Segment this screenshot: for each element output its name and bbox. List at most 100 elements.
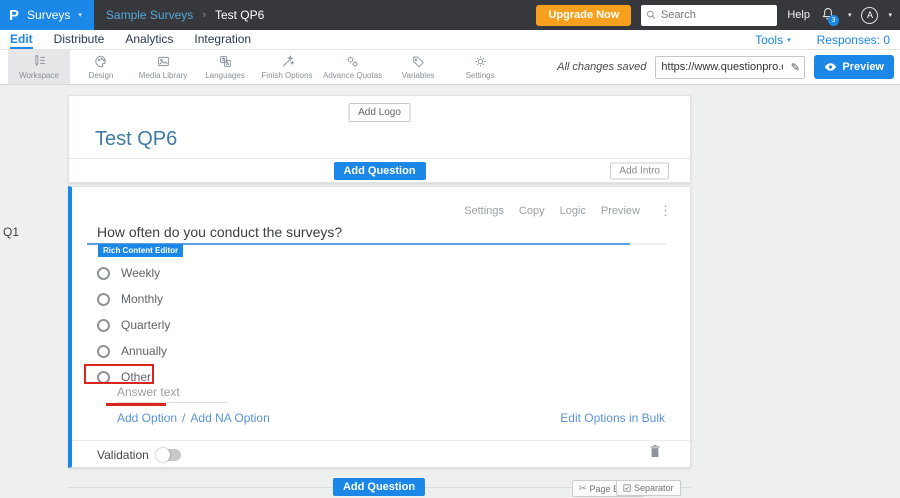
nav-right: Tools ▾ Responses: 0 <box>755 30 890 49</box>
toolbar-item-settings[interactable]: Settings <box>449 50 511 84</box>
tab-analytics[interactable]: Analytics <box>125 30 173 49</box>
search-input[interactable] <box>660 9 773 21</box>
edit-options-in-bulk-link[interactable]: Edit Options in Bulk <box>560 411 665 425</box>
workspace-icon <box>34 55 45 67</box>
option-links: Add Option / Add NA Option <box>117 411 270 425</box>
survey-canvas: Q1 Add Logo Test QP6 Add Question Add In… <box>0 85 900 498</box>
translate-icon <box>219 56 231 67</box>
header-card-footer: Add Question Add Intro <box>69 158 690 182</box>
wand-icon <box>282 54 294 67</box>
question-settings-link[interactable]: Settings <box>464 205 504 217</box>
question-actions: Settings Copy Logic Preview ⋮ <box>464 203 672 219</box>
edit-url-pencil-icon[interactable]: ✎ <box>786 61 804 74</box>
radio-icon[interactable] <box>97 370 110 384</box>
chevron-down-icon: ▾ <box>787 36 791 44</box>
quotas-icon <box>346 55 359 68</box>
other-answer-field <box>115 383 228 403</box>
option-row-monthly[interactable]: Monthly <box>97 286 170 312</box>
toolbar-item-advance-quotas[interactable]: Advance Quotas <box>318 50 387 84</box>
save-status: All changes saved <box>557 61 647 73</box>
add-question-button-top[interactable]: Add Question <box>333 161 426 180</box>
validation-toggle[interactable] <box>155 448 181 462</box>
avatar-initial: A <box>866 10 873 20</box>
help-link[interactable]: Help <box>787 9 810 21</box>
survey-title[interactable]: Test QP6 <box>95 128 177 151</box>
question-preview-link[interactable]: Preview <box>601 205 640 217</box>
separator-button[interactable]: Separator <box>616 480 681 496</box>
trash-icon <box>650 444 660 458</box>
tools-menu[interactable]: Tools ▾ <box>755 33 791 47</box>
toolbar-item-design[interactable]: Design <box>70 50 132 84</box>
rich-content-editor-badge[interactable]: Rich Content Editor <box>98 244 184 257</box>
surveys-menu[interactable]: P Surveys ▾ <box>0 0 94 30</box>
nav-bar: Edit Distribute Analytics Integration To… <box>0 30 900 50</box>
add-option-link[interactable]: Add Option <box>117 411 177 425</box>
option-row-annually[interactable]: Annually <box>97 338 170 364</box>
nav-tabs: Edit Distribute Analytics Integration <box>10 30 251 49</box>
tab-integration[interactable]: Integration <box>194 30 251 49</box>
toolbar-item-variables[interactable]: Variables <box>387 50 449 84</box>
add-question-button-bottom[interactable]: Add Question <box>332 478 426 496</box>
responses-link[interactable]: Responses: 0 <box>817 33 890 47</box>
chevron-down-icon[interactable]: ▾ <box>848 11 852 19</box>
option-row-weekly[interactable]: Weekly <box>97 260 170 286</box>
delete-question-button[interactable] <box>649 444 661 463</box>
toolbar-item-finish-options[interactable]: Finish Options <box>256 50 318 84</box>
radio-icon[interactable] <box>97 292 110 306</box>
notification-count-badge: 3 <box>827 15 839 26</box>
toolbar-item-languages[interactable]: Languages <box>194 50 256 84</box>
questionpro-logo: P <box>9 6 20 24</box>
avatar[interactable]: A <box>861 6 879 24</box>
gear-icon <box>475 56 486 67</box>
surveys-menu-label: Surveys <box>27 8 71 22</box>
image-icon <box>157 56 169 67</box>
radio-icon[interactable] <box>97 318 110 332</box>
topbar-right: Upgrade Now Help 3 ▾ A ▾ <box>536 4 900 26</box>
radio-icon[interactable] <box>97 344 110 358</box>
tab-edit[interactable]: Edit <box>10 30 33 49</box>
separator-icon <box>623 484 631 492</box>
tab-distribute[interactable]: Distribute <box>54 30 105 49</box>
palette-icon <box>94 55 106 68</box>
search-box[interactable] <box>641 4 778 26</box>
eye-icon <box>825 63 837 71</box>
top-bar: P Surveys ▾ Sample Surveys › Test QP6 Up… <box>0 0 900 30</box>
chevron-down-icon: ▾ <box>78 12 82 19</box>
preview-button[interactable]: Preview <box>814 55 894 79</box>
survey-url-input[interactable] <box>656 61 787 73</box>
add-logo-button[interactable]: Add Logo <box>348 103 411 122</box>
validation-row: Validation <box>97 448 181 462</box>
survey-url-box: ✎ <box>655 55 806 79</box>
add-na-option-link[interactable]: Add NA Option <box>190 411 269 425</box>
toggle-knob <box>155 448 170 462</box>
add-intro-button[interactable]: Add Intro <box>610 162 669 179</box>
chevron-down-icon[interactable]: ▾ <box>888 11 892 19</box>
breadcrumb-current: Test QP6 <box>214 8 265 22</box>
question-card: Settings Copy Logic Preview ⋮ How often … <box>68 186 691 468</box>
search-icon <box>647 10 656 20</box>
annotation-underline <box>106 403 166 406</box>
answer-options-list: Weekly Monthly Quarterly Annually Other <box>97 260 170 390</box>
survey-editor-page: P Surveys ▾ Sample Surveys › Test QP6 Up… <box>0 0 900 498</box>
breadcrumb-parent[interactable]: Sample Surveys <box>106 8 193 22</box>
radio-icon[interactable] <box>97 266 110 280</box>
tag-icon <box>412 56 424 68</box>
toolbar-item-media-library[interactable]: Media Library <box>132 50 194 84</box>
link-separator: / <box>182 411 186 425</box>
toolbar-right: All changes saved ✎ Preview <box>557 50 900 84</box>
survey-header-card: Add Logo Test QP6 Add Question Add Intro <box>68 95 691 183</box>
toolbar-item-workspace[interactable]: Workspace <box>8 50 70 84</box>
validation-label: Validation <box>97 448 149 462</box>
option-row-quarterly[interactable]: Quarterly <box>97 312 170 338</box>
upgrade-now-button[interactable]: Upgrade Now <box>536 4 632 26</box>
overflow-menu-icon[interactable]: ⋮ <box>659 203 672 219</box>
other-answer-input[interactable] <box>115 384 228 403</box>
breadcrumb: Sample Surveys › Test QP6 <box>106 8 264 22</box>
notifications-button[interactable]: 3 <box>820 6 839 26</box>
question-footer-divider <box>72 440 690 441</box>
question-copy-link[interactable]: Copy <box>519 205 545 217</box>
editor-toolbar: Workspace Design Media Library Languages… <box>0 50 900 85</box>
question-number-label: Q1 <box>3 225 20 239</box>
question-logic-link[interactable]: Logic <box>560 205 586 217</box>
question-text[interactable]: How often do you conduct the surveys? <box>97 224 342 240</box>
